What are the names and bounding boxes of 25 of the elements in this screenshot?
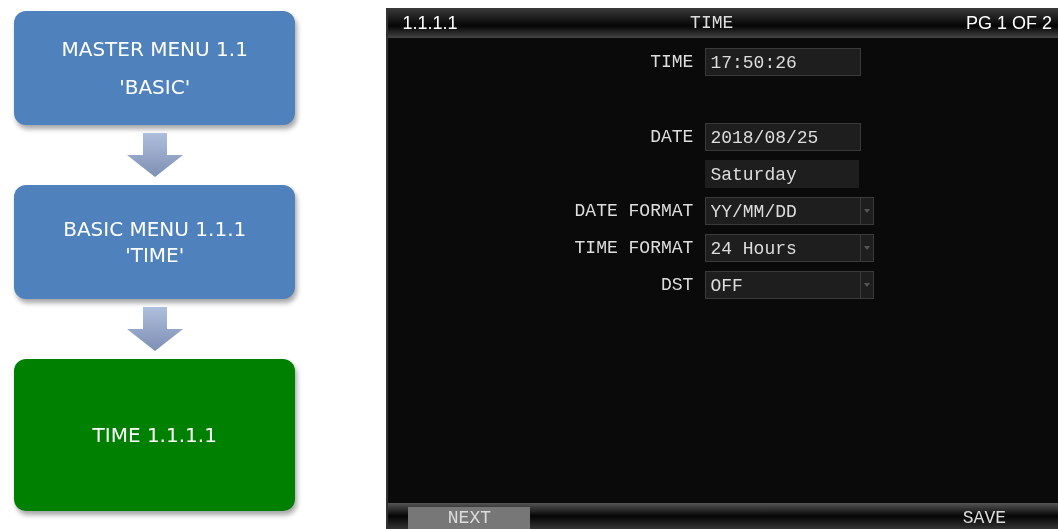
input-field[interactable]: 2018/08/25 — [705, 122, 862, 151]
down-arrow-icon — [126, 133, 183, 177]
weekday-readout: Saturday — [705, 159, 860, 188]
step-label: BASIC MENU 1.1.1 — [63, 217, 247, 241]
field-label: TIME — [649, 51, 694, 72]
dropdown[interactable]: 24 Hours — [705, 233, 875, 262]
step-label: MASTER MENU 1.1 — [61, 37, 248, 61]
field-label: TIME FORMAT — [573, 237, 694, 258]
menu-id: 1.1.1.1 — [402, 12, 458, 34]
down-arrow-icon — [126, 307, 183, 351]
dropdown[interactable]: OFF — [705, 270, 875, 299]
caret-icon — [864, 245, 871, 250]
step-sublabel: 'BASIC' — [119, 75, 191, 99]
field-label: DATE — [649, 126, 694, 147]
field-label: DST — [660, 274, 694, 295]
save-button[interactable]: SAVE — [938, 507, 1030, 529]
caret-icon — [864, 208, 871, 213]
step-sublabel: 'TIME' — [125, 243, 185, 267]
field-label: DATE FORMAT — [573, 200, 694, 221]
screen-title: TIME — [690, 13, 734, 33]
page-indicator: PG 1 OF 2 — [965, 12, 1052, 34]
dropdown[interactable]: YY/MM/DD — [705, 196, 875, 225]
step-label: TIME 1.1.1.1 — [92, 423, 217, 447]
input-field[interactable]: 17:50:26 — [705, 47, 862, 76]
caret-icon — [864, 282, 871, 287]
